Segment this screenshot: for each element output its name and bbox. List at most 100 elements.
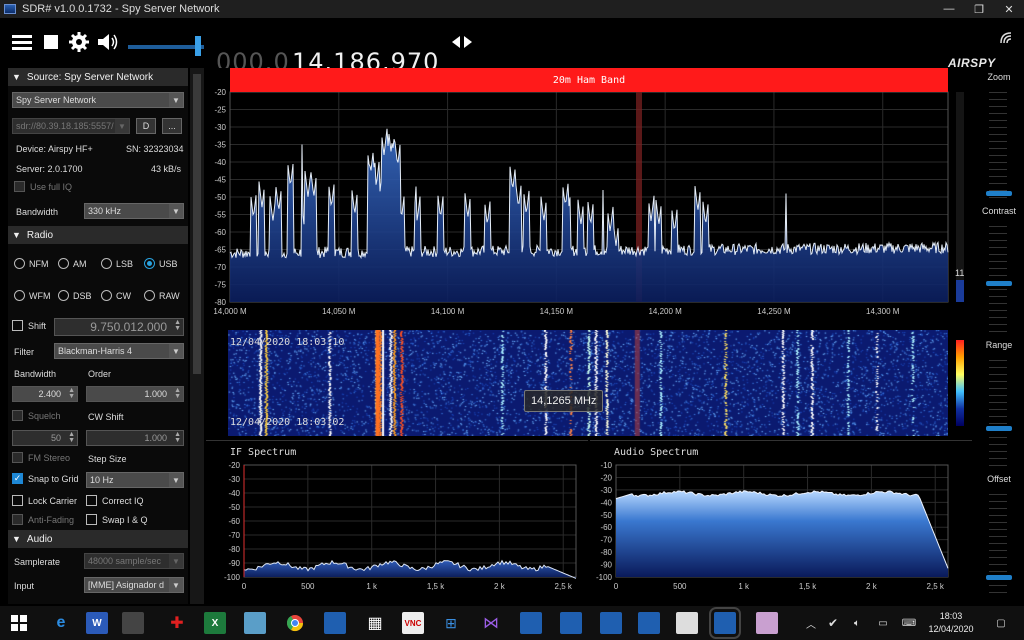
sdr-app-icon[interactable]: [560, 612, 582, 634]
windows-start-icon[interactable]: [8, 612, 30, 634]
app-icon[interactable]: [122, 612, 144, 634]
sdr-app-icon[interactable]: [638, 612, 660, 634]
if-spectrum-panel[interactable]: -20 -30 -40 -50 -60 -70 -80 -90 -100 0 500 1 k 1,5 …: [206, 440, 588, 600]
checkbox-box: [86, 495, 97, 506]
disconnect-button[interactable]: D: [136, 118, 156, 134]
chevron-down-icon: ▼: [115, 119, 129, 133]
edge-browser-icon[interactable]: e: [50, 612, 72, 634]
range-slider[interactable]: [989, 360, 1007, 470]
paint-app-icon[interactable]: [676, 612, 698, 634]
correct-iq-checkbox[interactable]: Correct IQ: [86, 495, 144, 506]
network-app-icon[interactable]: ⊞: [440, 612, 462, 634]
range-slider-thumb[interactable]: [986, 426, 1012, 431]
squelch-checkbox[interactable]: Squelch: [12, 410, 61, 421]
sidebar-scrollbar[interactable]: [190, 68, 204, 604]
sdr-app-icon[interactable]: [600, 612, 622, 634]
source-section-header[interactable]: ▼ Source: Spy Server Network: [8, 68, 188, 86]
close-button[interactable]: ✕: [994, 0, 1024, 18]
use-full-iq-checkbox[interactable]: Use full IQ: [14, 181, 72, 192]
snap-to-grid-checkbox[interactable]: ✓ Snap to Grid: [12, 473, 79, 484]
more-options-button[interactable]: ...: [162, 118, 182, 134]
cw-shift-value: 1.000: [144, 433, 167, 443]
audio-section-header[interactable]: ▼ Audio: [8, 530, 188, 548]
mode-am-radio[interactable]: AM: [58, 258, 87, 269]
filter-select[interactable]: Blackman-Harris 4 ▼: [54, 343, 184, 359]
if-spectrum-plot[interactable]: -20 -30 -40 -50 -60 -70 -80 -90 -100 0 500 1 k 1,5 …: [206, 441, 588, 601]
squelch-input[interactable]: 50 ▲ ▼: [12, 430, 78, 446]
serial-number: SN: 32323034: [126, 144, 184, 154]
vnc-viewer-icon[interactable]: VNC: [402, 612, 424, 634]
chrome-icon[interactable]: [284, 612, 306, 634]
samplerate-label: Samplerate: [14, 557, 61, 567]
anti-fading-checkbox[interactable]: Anti-Fading: [12, 514, 74, 525]
chevron-up-icon[interactable]: ︿: [800, 612, 822, 634]
tray-app-icon[interactable]: ✔: [822, 612, 844, 634]
spectrum-analyzer[interactable]: -20 -25 -30 -35 -40 -45 -50 -55 -60 -65 -70 -75 -80 …: [206, 68, 972, 326]
shift-checkbox[interactable]: Shift: [12, 320, 46, 331]
audio-spectrum-panel[interactable]: -10 -20 -30 -40 -50 -60 -70 -80 -90 -100 0 500 1 k 1…: [590, 440, 972, 600]
zoom-slider[interactable]: [989, 92, 1007, 202]
order-input[interactable]: 1.000 ▲ ▼: [86, 386, 184, 402]
lock-carrier-checkbox[interactable]: Lock Carrier: [12, 495, 77, 506]
tune-arrows-icon[interactable]: [450, 30, 474, 54]
x-tick-label: 14,050 M: [322, 307, 356, 316]
notes-app-icon[interactable]: [244, 612, 266, 634]
volume-tray-icon[interactable]: 🔈︎: [846, 612, 868, 634]
mode-dsb-radio[interactable]: DSB: [58, 290, 92, 301]
mode-lsb-radio[interactable]: LSB: [101, 258, 133, 269]
taskbar-clock[interactable]: 18:03 12/04/2020: [926, 610, 976, 636]
swap-iq-checkbox[interactable]: Swap I & Q: [86, 514, 148, 525]
slider-tick: [989, 522, 1007, 523]
image-app-icon[interactable]: [756, 612, 778, 634]
y-tick-label: -20: [600, 473, 612, 482]
mode-wfm-radio[interactable]: WFM: [14, 290, 51, 301]
mode-raw-radio[interactable]: RAW: [144, 290, 180, 301]
keyboard-tray-icon[interactable]: ⌨︎: [898, 612, 920, 634]
radio-bandwidth-value: 2.400: [38, 389, 61, 399]
mode-nfm-radio[interactable]: NFM: [14, 258, 49, 269]
fm-stereo-checkbox[interactable]: FM Stereo: [12, 452, 70, 463]
spinner-icon[interactable]: ▲ ▼: [174, 319, 181, 332]
source-type-select[interactable]: Spy Server Network ▼: [12, 92, 184, 108]
volume-slider[interactable]: [128, 45, 204, 49]
sdr-active-app-icon[interactable]: [709, 607, 741, 639]
zoom-slider-thumb[interactable]: [986, 191, 1012, 196]
offset-slider-thumb[interactable]: [986, 575, 1012, 580]
contrast-slider-thumb[interactable]: [986, 281, 1012, 286]
puzzle-app-icon[interactable]: ✚: [166, 612, 188, 634]
stop-icon[interactable]: [39, 30, 63, 54]
server-uri-select[interactable]: sdr://80.39.18.185:5557/ ▼: [12, 118, 130, 134]
step-size-select[interactable]: 10 Hz ▼: [86, 472, 184, 488]
fm-stereo-label: FM Stereo: [28, 452, 71, 463]
samplerate-select[interactable]: 48000 sample/sec ▼: [84, 553, 184, 569]
sdr-app-icon[interactable]: [324, 612, 346, 634]
network-tray-icon[interactable]: ▭: [872, 612, 894, 634]
volume-slider-thumb[interactable]: [195, 36, 201, 56]
notifications-icon[interactable]: ▢: [990, 612, 1012, 634]
slider-tick: [989, 367, 1007, 368]
radio-section-header[interactable]: ▼ Radio: [8, 226, 188, 244]
slider-tick: [989, 289, 1007, 290]
gear-icon[interactable]: [67, 30, 91, 54]
sdr-app-icon[interactable]: [520, 612, 542, 634]
mode-cw-radio[interactable]: CW: [101, 290, 131, 301]
word-icon[interactable]: W: [86, 612, 108, 634]
waterfall-display[interactable]: 12/04/2020 18:03:10 12/04/2020 18:03:02 …: [206, 330, 972, 436]
scrollbar-thumb[interactable]: [193, 74, 201, 374]
shift-value-input[interactable]: 9.750.012.000 ▲ ▼: [54, 318, 184, 336]
mode-usb-radio[interactable]: USB: [144, 258, 178, 269]
spectrum-plot[interactable]: -20-25-30-35-40-45-50-55-60-65-70-75-80 …: [206, 68, 972, 326]
slider-tick: [989, 275, 1007, 276]
minimize-button[interactable]: —: [934, 0, 964, 18]
calculator-icon[interactable]: ▦: [364, 612, 386, 634]
excel-icon[interactable]: X: [204, 612, 226, 634]
radio-bandwidth-input[interactable]: 2.400 ▲ ▼: [12, 386, 78, 402]
audio-input-select[interactable]: [MME] Asignador d ▼: [84, 577, 184, 593]
maximize-button[interactable]: ❐: [964, 0, 994, 18]
source-bandwidth-select[interactable]: 330 kHz ▼: [84, 203, 184, 219]
audio-spectrum-plot[interactable]: -10 -20 -30 -40 -50 -60 -70 -80 -90 -100 0 500 1 k 1…: [590, 441, 972, 601]
visual-studio-icon[interactable]: ⋈: [480, 612, 502, 634]
speaker-icon[interactable]: [96, 30, 120, 54]
cw-shift-input[interactable]: 1.000 ▲ ▼: [86, 430, 184, 446]
menu-icon[interactable]: [10, 30, 34, 54]
